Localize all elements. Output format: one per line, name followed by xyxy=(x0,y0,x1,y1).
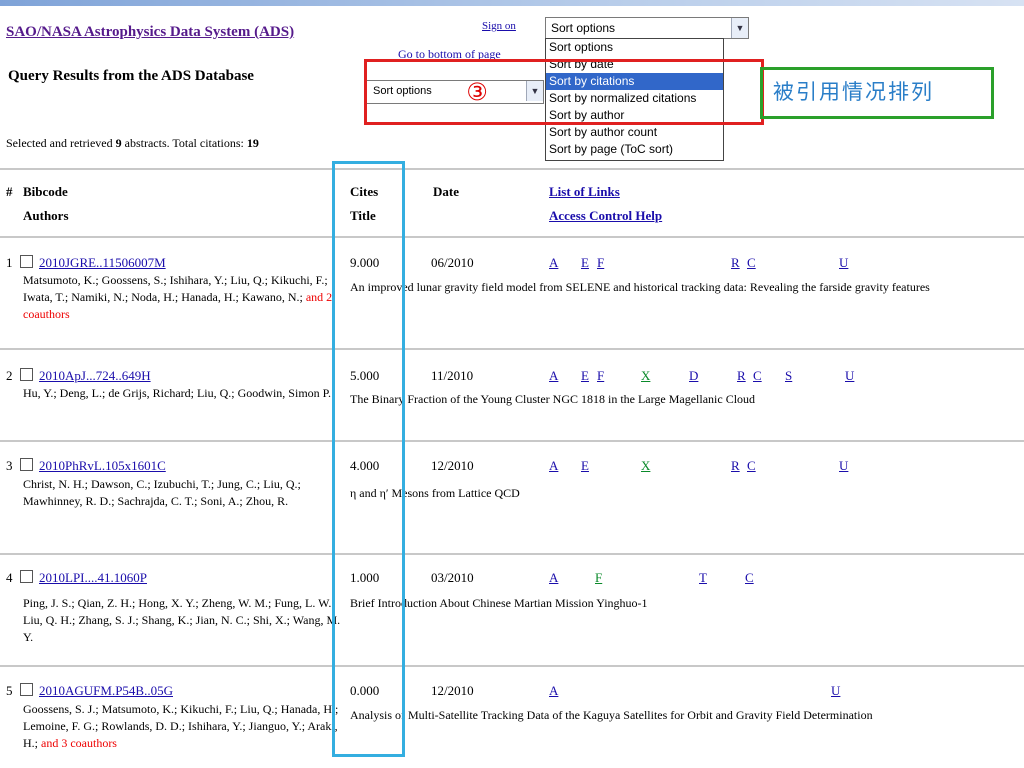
col-authors: Authors xyxy=(23,208,69,223)
link-f[interactable]: F xyxy=(597,368,604,384)
col-hash: # xyxy=(6,184,13,199)
chevron-down-icon[interactable]: ▼ xyxy=(731,18,748,38)
summary-mid: abstracts. Total citations: xyxy=(121,136,247,150)
date-value: 06/2010 xyxy=(431,255,474,270)
row-number: 4 xyxy=(6,570,13,585)
bibcode-link[interactable]: 2010AGUFM.P54B..05G xyxy=(39,683,173,698)
bibcode-link[interactable]: 2010JGRE..11506007M xyxy=(39,255,166,270)
link-a[interactable]: A xyxy=(549,368,558,384)
authors-list: Matsumoto, K.; Goossens, S.; Ishihara, Y… xyxy=(23,273,328,304)
red-highlight-box xyxy=(364,59,764,125)
link-c[interactable]: C xyxy=(747,458,756,474)
link-a[interactable]: A xyxy=(549,570,558,586)
link-t[interactable]: T xyxy=(699,570,707,586)
authors-text: Hu, Y.; Deng, L.; de Grijs, Richard; Liu… xyxy=(23,385,343,402)
sort-option[interactable]: Sort by page (ToC sort) xyxy=(546,141,723,158)
authors-text: Goossens, S. J.; Matsumoto, K.; Kikuchi,… xyxy=(23,701,343,752)
select-checkbox[interactable] xyxy=(20,570,33,583)
coauthors-note: and 3 coauthors xyxy=(41,736,117,750)
bibcode-link[interactable]: 2010ApJ...724..649H xyxy=(39,368,151,383)
divider xyxy=(0,168,1024,170)
link-f[interactable]: F xyxy=(597,255,604,271)
link-r[interactable]: R xyxy=(737,368,746,384)
date-value: 03/2010 xyxy=(431,570,474,585)
list-of-links[interactable]: List of Links xyxy=(549,184,620,200)
authors-text: Christ, N. H.; Dawson, C.; Izubuchi, T.;… xyxy=(23,476,343,510)
link-u[interactable]: U xyxy=(831,683,840,699)
bibcode-link[interactable]: 2010LPI....41.1060P xyxy=(39,570,147,585)
sort-select-right-value: Sort options xyxy=(551,21,616,35)
chinese-annotation-label: 被引用情况排列 xyxy=(773,80,934,104)
bibcode-link[interactable]: 2010PhRvL.105x1601C xyxy=(39,458,166,473)
date-value: 11/2010 xyxy=(431,368,474,383)
sort-option[interactable]: Sort by author count xyxy=(546,124,723,141)
select-checkbox[interactable] xyxy=(20,368,33,381)
link-x[interactable]: X xyxy=(641,458,650,474)
link-e[interactable]: E xyxy=(581,458,589,474)
row-number: 2 xyxy=(6,368,13,383)
access-control-help-link[interactable]: Access Control Help xyxy=(549,208,662,224)
divider xyxy=(0,665,1024,667)
col-date: Date xyxy=(433,184,459,199)
authors-text: Matsumoto, K.; Goossens, S.; Ishihara, Y… xyxy=(23,272,343,323)
select-checkbox[interactable] xyxy=(20,255,33,268)
site-title-link[interactable]: SAO/NASA Astrophysics Data System (ADS) xyxy=(6,24,294,41)
paper-title: An improved lunar gravity field model fr… xyxy=(350,280,930,294)
row-number: 3 xyxy=(6,458,13,473)
select-checkbox[interactable] xyxy=(20,458,33,471)
divider xyxy=(0,553,1024,555)
link-u[interactable]: U xyxy=(839,458,848,474)
link-c[interactable]: C xyxy=(747,255,756,271)
link-a[interactable]: A xyxy=(549,255,558,271)
blue-highlight-box xyxy=(332,161,405,757)
link-x[interactable]: X xyxy=(641,368,650,384)
divider xyxy=(0,440,1024,442)
authors-text: Ping, J. S.; Qian, Z. H.; Hong, X. Y.; Z… xyxy=(23,595,343,646)
top-gradient-bar xyxy=(0,0,1024,6)
sort-option[interactable]: Sort options xyxy=(546,39,723,56)
link-e[interactable]: E xyxy=(581,255,589,271)
paper-title: Analysis of Multi-Satellite Tracking Dat… xyxy=(350,708,873,722)
link-f[interactable]: F xyxy=(595,570,602,586)
link-u[interactable]: U xyxy=(839,255,848,271)
divider xyxy=(0,348,1024,350)
sort-select-right[interactable]: Sort options ▼ xyxy=(545,17,749,39)
summary-prefix: Selected and retrieved xyxy=(6,136,116,150)
link-a[interactable]: A xyxy=(549,458,558,474)
select-checkbox[interactable] xyxy=(20,683,33,696)
row-number: 1 xyxy=(6,255,13,270)
link-c[interactable]: C xyxy=(753,368,762,384)
link-c[interactable]: C xyxy=(745,570,754,586)
page-title: Query Results from the ADS Database xyxy=(8,68,254,84)
date-value: 12/2010 xyxy=(431,683,474,698)
sign-on-link[interactable]: Sign on xyxy=(482,20,516,32)
link-s[interactable]: S xyxy=(785,368,792,384)
link-r[interactable]: R xyxy=(731,255,740,271)
divider xyxy=(0,236,1024,238)
paper-title: The Binary Fraction of the Young Cluster… xyxy=(350,392,756,406)
link-d[interactable]: D xyxy=(689,368,698,384)
link-a[interactable]: A xyxy=(549,683,558,699)
col-bibcode: Bibcode xyxy=(23,184,68,199)
link-u[interactable]: U xyxy=(845,368,854,384)
authors-list: Christ, N. H.; Dawson, C.; Izubuchi, T.;… xyxy=(23,477,301,508)
link-r[interactable]: R xyxy=(731,458,740,474)
authors-list: Hu, Y.; Deng, L.; de Grijs, Richard; Liu… xyxy=(23,386,331,400)
link-e[interactable]: E xyxy=(581,368,589,384)
date-value: 12/2010 xyxy=(431,458,474,473)
row-number: 5 xyxy=(6,683,13,698)
results-summary: Selected and retrieved 9 abstracts. Tota… xyxy=(6,136,259,151)
authors-list: Ping, J. S.; Qian, Z. H.; Hong, X. Y.; Z… xyxy=(23,596,341,644)
summary-total: 19 xyxy=(246,136,259,150)
